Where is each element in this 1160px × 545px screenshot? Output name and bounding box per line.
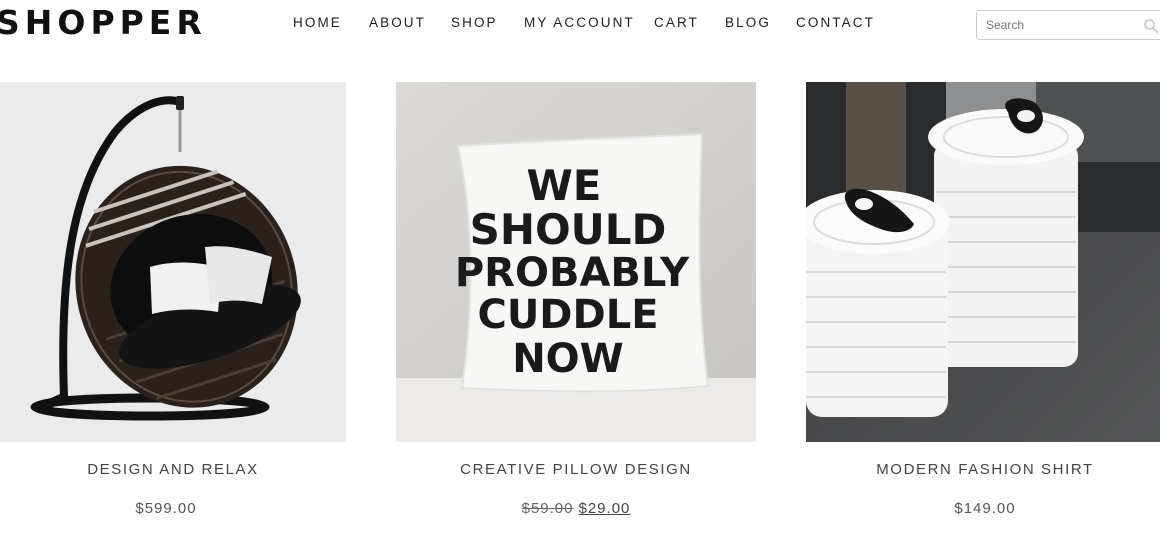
nav-shop[interactable]: SHOP <box>451 15 498 30</box>
product-image-egg-chair[interactable] <box>0 82 346 442</box>
product-image-pillow[interactable]: WE SHOULD PROBABLY CUDDLE NOW <box>396 82 756 442</box>
product-image-canisters[interactable] <box>806 82 1160 442</box>
nav-blog[interactable]: BLOG <box>725 15 771 30</box>
search-icon[interactable] <box>1143 18 1159 34</box>
site-logo[interactable]: SHOPPER <box>0 3 207 42</box>
pillow-line-4: CUDDLE <box>477 292 658 338</box>
nav-my-account[interactable]: MY ACCOUNT <box>524 15 635 30</box>
product-price: $599.00 <box>135 500 197 517</box>
nav-cart[interactable]: CART <box>654 15 699 30</box>
product-title[interactable]: CREATIVE PILLOW DESIGN <box>396 461 756 478</box>
product-title[interactable]: MODERN FASHION SHIRT <box>806 461 1160 478</box>
pillow-line-2: SHOULD <box>470 205 667 254</box>
product-title[interactable]: DESIGN AND RELAX <box>0 461 346 478</box>
pillow-line-3: PROBABLY <box>455 250 690 296</box>
product-price-sale: $59.00 $29.00 <box>396 500 756 517</box>
nav-home[interactable]: HOME <box>293 15 342 30</box>
product-price: $149.00 <box>954 500 1016 517</box>
sale-price: $29.00 <box>578 500 631 517</box>
old-price: $59.00 <box>521 500 574 517</box>
search-box <box>976 10 1160 40</box>
nav-contact[interactable]: CONTACT <box>796 15 875 30</box>
nav-about[interactable]: ABOUT <box>369 15 426 30</box>
pillow-line-1: WE <box>526 161 601 210</box>
search-input[interactable] <box>977 11 1137 39</box>
pillow-line-5: NOW <box>512 336 624 382</box>
